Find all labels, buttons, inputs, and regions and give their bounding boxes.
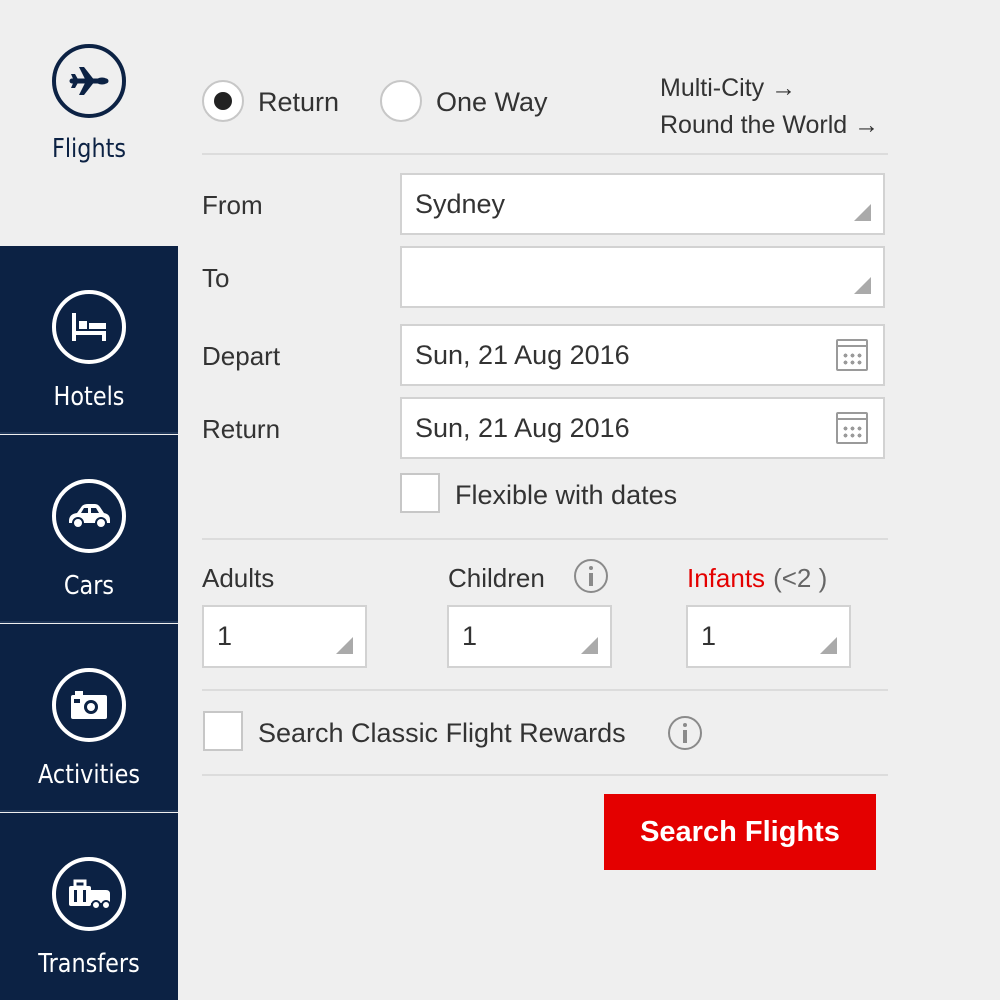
children-select[interactable]: 1 (447, 605, 612, 668)
from-label: From (202, 190, 263, 220)
children-info-icon[interactable] (574, 559, 608, 593)
sidebar-item-cars[interactable]: Cars (0, 435, 178, 623)
sidebar: Flights Hotels Cars Activities Transfers (0, 0, 178, 1000)
calendar-icon[interactable] (836, 339, 868, 371)
flexible-dates-label[interactable]: Flexible with dates (455, 480, 677, 511)
sidebar-item-label: Flights (51, 134, 127, 164)
one-way-radio-label[interactable]: One Way (436, 87, 548, 118)
classic-rewards-label[interactable]: Search Classic Flight Rewards (258, 718, 626, 749)
depart-label: Depart (202, 341, 281, 371)
sidebar-item-activities[interactable]: Activities (0, 624, 178, 812)
calendar-icon[interactable] (836, 412, 868, 444)
return-label: Return (202, 414, 281, 444)
sidebar-item-label: Transfers (38, 949, 140, 979)
sidebar-item-transfers[interactable]: Transfers (0, 813, 178, 1000)
one-way-radio[interactable] (380, 80, 422, 122)
classic-rewards-checkbox[interactable] (203, 711, 243, 751)
infants-select[interactable]: 1 (686, 605, 851, 668)
adults-label: Adults (202, 563, 275, 593)
sidebar-item-flights[interactable]: Flights (0, 0, 178, 246)
divider (202, 774, 888, 776)
round-the-world-link[interactable]: Round the World → (660, 107, 879, 144)
infants-age-note: (<2 ) (773, 563, 828, 593)
divider (202, 153, 888, 155)
rewards-info-icon[interactable] (668, 716, 702, 750)
return-date-value: Sun, 21 Aug 2016 (415, 413, 630, 443)
return-radio-label[interactable]: Return (258, 87, 339, 118)
camera-icon (52, 668, 126, 742)
infants-label: Infants (<2 ) (687, 563, 827, 594)
return-date-field[interactable]: Sun, 21 Aug 2016 (400, 397, 885, 459)
to-label: To (202, 263, 230, 293)
infants-value: 1 (701, 621, 717, 651)
from-value: Sydney (415, 189, 506, 219)
flight-search-form: Return One Way Multi-City → Round the Wo… (178, 0, 1000, 1000)
sidebar-item-label: Activities (37, 760, 141, 790)
dropdown-corner-icon (336, 637, 353, 654)
multi-city-link[interactable]: Multi-City → (660, 70, 879, 107)
infants-label-text: Infants (687, 563, 766, 593)
depart-date-field[interactable]: Sun, 21 Aug 2016 (400, 324, 885, 386)
sidebar-item-label: Cars (63, 571, 115, 601)
children-value: 1 (462, 621, 478, 651)
children-label: Children (448, 563, 545, 593)
car-icon (52, 479, 126, 553)
trip-links: Multi-City → Round the World → (660, 70, 879, 144)
depart-date-value: Sun, 21 Aug 2016 (415, 340, 630, 370)
adults-value: 1 (217, 621, 233, 651)
to-select[interactable] (400, 246, 885, 308)
dropdown-corner-icon (820, 637, 837, 654)
plane-icon (52, 44, 126, 118)
luggage-icon (52, 857, 126, 931)
bed-icon (52, 290, 126, 364)
return-radio[interactable] (202, 80, 244, 122)
flexible-dates-checkbox[interactable] (400, 473, 440, 513)
from-select[interactable]: Sydney (400, 173, 885, 235)
divider (202, 689, 888, 691)
divider (202, 538, 888, 540)
dropdown-corner-icon (854, 204, 871, 221)
dropdown-corner-icon (581, 637, 598, 654)
sidebar-item-hotels[interactable]: Hotels (0, 246, 178, 434)
search-flights-button[interactable]: Search Flights (604, 794, 876, 870)
dropdown-corner-icon (854, 277, 871, 294)
adults-select[interactable]: 1 (202, 605, 367, 668)
sidebar-item-label: Hotels (53, 382, 125, 412)
